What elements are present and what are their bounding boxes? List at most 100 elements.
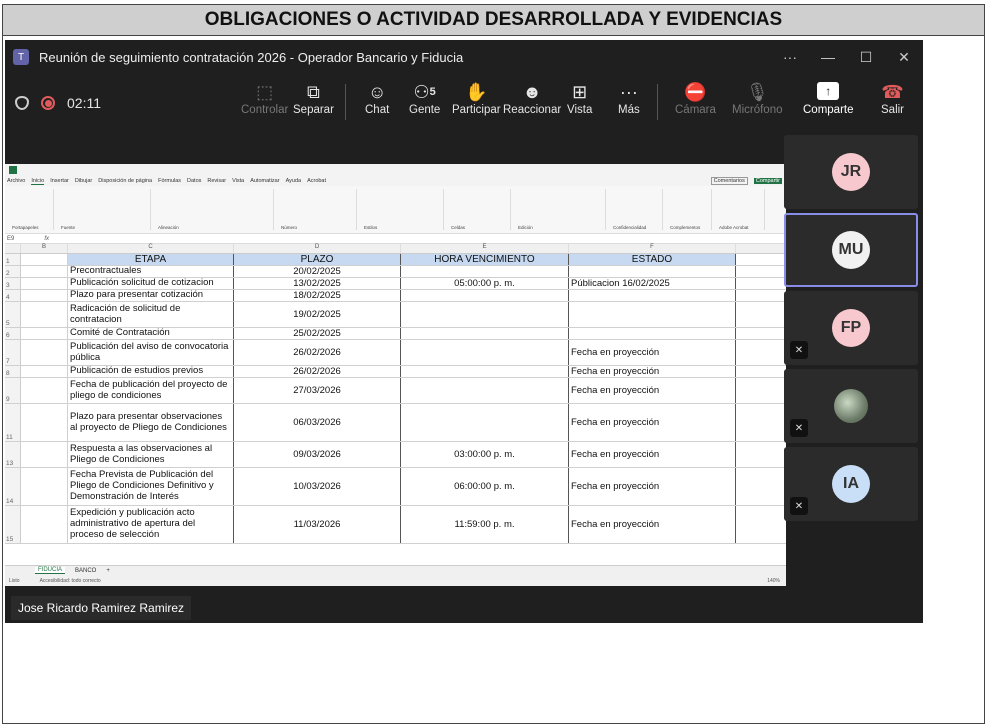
cell-etapa[interactable]: Fecha de publicación del proyecto de pli… xyxy=(68,378,234,403)
cell-hora[interactable] xyxy=(401,340,569,365)
cell-plazo[interactable]: 09/03/2026 xyxy=(234,442,401,467)
participant-tile[interactable]: IA ✕ xyxy=(784,447,918,521)
cell-hora[interactable]: 05:00:00 p. m. xyxy=(401,278,569,289)
cell-hora[interactable] xyxy=(401,404,569,441)
react-button[interactable]: ☻ Reaccionar xyxy=(503,80,561,117)
menu-item[interactable]: Datos xyxy=(187,178,201,184)
header-hora[interactable]: HORA VENCIMIENTO xyxy=(401,254,569,265)
cell-b[interactable] xyxy=(21,378,68,403)
close-icon[interactable]: ✕ xyxy=(885,40,923,74)
cell-etapa[interactable]: Expedición y publicación acto administra… xyxy=(68,506,234,543)
camera-button[interactable]: ⛔ Cámara xyxy=(675,80,716,117)
cell-b[interactable] xyxy=(21,328,68,339)
cell-etapa[interactable]: Fecha Prevista de Publicación del Pliego… xyxy=(68,468,234,505)
cell-b[interactable] xyxy=(21,290,68,301)
menu-item[interactable]: Vista xyxy=(232,178,244,184)
cell-hora[interactable] xyxy=(401,302,569,327)
maximize-icon[interactable]: ☐ xyxy=(847,40,885,74)
cell-b[interactable] xyxy=(21,506,68,543)
add-sheet-button[interactable]: + xyxy=(106,568,110,574)
zoom-level[interactable]: 140% xyxy=(767,578,780,584)
cell-estado[interactable] xyxy=(569,302,736,327)
cell-plazo[interactable]: 06/03/2026 xyxy=(234,404,401,441)
menu-item[interactable]: Disposición de página xyxy=(98,178,152,184)
cell-plazo[interactable]: 27/03/2026 xyxy=(234,378,401,403)
cell-estado[interactable]: Fecha en proyección xyxy=(569,404,736,441)
cell-estado[interactable]: Fecha en proyección xyxy=(569,366,736,377)
cell-estado[interactable]: Fecha en proyección xyxy=(569,340,736,365)
cell-estado[interactable] xyxy=(569,266,736,277)
cell-estado[interactable]: Fecha en proyección xyxy=(569,378,736,403)
status-accessibility[interactable]: Accesibilidad: todo correcto xyxy=(40,578,101,584)
chat-button[interactable]: ☺ Chat xyxy=(365,80,389,117)
cell-estado[interactable]: Públicacion 16/02/2025 xyxy=(569,278,736,289)
cell-b[interactable] xyxy=(21,278,68,289)
cell-b[interactable] xyxy=(21,266,68,277)
share-excel-button[interactable]: Compartir xyxy=(753,178,782,184)
menu-item[interactable]: Dibujar xyxy=(75,178,92,184)
menu-item[interactable]: Inicio xyxy=(31,178,45,185)
comments-button[interactable]: Comentarios xyxy=(710,177,748,185)
menu-item[interactable]: Fórmulas xyxy=(158,178,181,184)
people-button[interactable]: ⚇ 5 Gente xyxy=(409,80,440,117)
cell-estado[interactable] xyxy=(569,290,736,301)
formula-bar[interactable]: E9 fx xyxy=(5,234,786,244)
cell-hora[interactable] xyxy=(401,378,569,403)
participant-tile[interactable]: MU xyxy=(784,213,918,287)
cell-plazo[interactable]: 10/03/2026 xyxy=(234,468,401,505)
cell-hora[interactable] xyxy=(401,328,569,339)
participant-tile[interactable]: FP ✕ xyxy=(784,291,918,365)
cell-plazo[interactable]: 26/02/2026 xyxy=(234,340,401,365)
cell-etapa[interactable]: Precontractuales xyxy=(68,265,234,277)
cell-plazo[interactable]: 13/02/2025 xyxy=(234,278,401,289)
cell-etapa[interactable]: Plazo para presentar observaciones al pr… xyxy=(68,404,234,441)
cell-plazo[interactable]: 18/02/2025 xyxy=(234,290,401,301)
menu-item[interactable]: Automatizar xyxy=(250,178,279,184)
menu-item[interactable]: Insertar xyxy=(50,178,69,184)
cell-estado[interactable]: Fecha en proyección xyxy=(569,442,736,467)
column-header[interactable]: C xyxy=(68,244,234,253)
cell-hora[interactable]: 06:00:00 p. m. xyxy=(401,468,569,505)
spreadsheet-grid[interactable]: 1 ETAPA PLAZO HORA VENCIMIENTO ESTADO 2P… xyxy=(5,254,786,554)
share-button[interactable]: ↑ Comparte xyxy=(803,82,854,116)
column-header[interactable]: B xyxy=(21,244,68,253)
cell-etapa[interactable]: Respuesta a las observaciones al Pliego … xyxy=(68,442,234,467)
cell-b[interactable] xyxy=(21,468,68,505)
cell-b[interactable] xyxy=(21,340,68,365)
cell-plazo[interactable]: 20/02/2025 xyxy=(234,266,401,277)
cell-etapa[interactable]: Comité de Contratación xyxy=(68,327,234,339)
header-etapa[interactable]: ETAPA xyxy=(68,254,234,265)
cell-hora[interactable] xyxy=(401,266,569,277)
participant-tile[interactable]: JR xyxy=(784,135,918,209)
cell-estado[interactable] xyxy=(569,328,736,339)
cell-plazo[interactable]: 25/02/2025 xyxy=(234,328,401,339)
cell-plazo[interactable]: 26/02/2026 xyxy=(234,366,401,377)
cell-b[interactable] xyxy=(21,302,68,327)
cell-reference[interactable]: E9 xyxy=(7,236,14,242)
cell-b[interactable] xyxy=(21,404,68,441)
control-button[interactable]: ⬚ Controlar xyxy=(241,80,288,117)
participant-tile[interactable]: ✕ xyxy=(784,369,918,443)
view-button[interactable]: ⊞ Vista xyxy=(567,80,592,117)
leave-button[interactable]: ☎ Salir xyxy=(881,80,904,117)
cell-estado[interactable]: Fecha en proyección xyxy=(569,506,736,543)
cell-etapa[interactable]: Publicación del aviso de convocatoria pú… xyxy=(68,340,234,365)
microphone-button[interactable]: 🎙 Micrófono xyxy=(732,80,783,117)
popout-button[interactable]: ⧉ Separar xyxy=(293,80,334,117)
header-estado[interactable]: ESTADO xyxy=(569,254,736,265)
cell-estado[interactable]: Fecha en proyección xyxy=(569,468,736,505)
more-button[interactable]: ··· Más xyxy=(618,80,640,117)
cell-hora[interactable] xyxy=(401,366,569,377)
menu-item[interactable]: Archivo xyxy=(7,178,25,184)
column-header[interactable]: D xyxy=(234,244,401,253)
column-header[interactable]: F xyxy=(569,244,736,253)
cell-plazo[interactable]: 19/02/2025 xyxy=(234,302,401,327)
cell-etapa[interactable]: Plazo para presentar cotización xyxy=(68,289,234,301)
minimize-icon[interactable]: — xyxy=(809,40,847,74)
sheet-tab-fiducia[interactable]: FIDUCIA xyxy=(35,567,65,574)
cell-etapa[interactable]: Publicación de estudios previos xyxy=(68,365,234,377)
column-header[interactable]: E xyxy=(401,244,569,253)
more-options-icon[interactable]: ··· xyxy=(771,40,809,74)
cell-b[interactable] xyxy=(21,442,68,467)
sheet-tab-banco[interactable]: BANCO xyxy=(75,568,96,574)
